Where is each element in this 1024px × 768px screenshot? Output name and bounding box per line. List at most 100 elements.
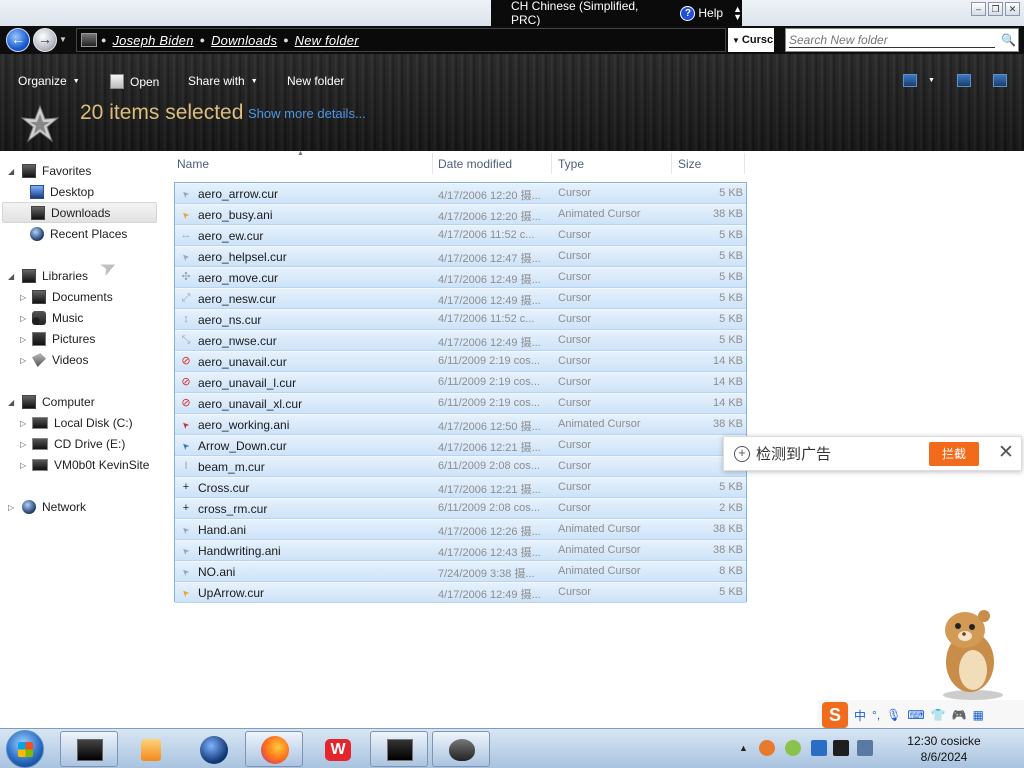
- expand-arrow-icon[interactable]: ◢: [8, 167, 14, 176]
- file-row[interactable]: + cross_rm.cur 6/11/2009 2:08 cos... Cursor…: [175, 498, 746, 519]
- tray-update-icon[interactable]: [785, 740, 801, 756]
- back-button[interactable]: ←: [6, 28, 30, 52]
- file-row[interactable]: ➤ aero_busy.ani 4/17/2006 12:20 摄... Animat…: [175, 204, 746, 225]
- nav-videos[interactable]: ▷ Videos: [20, 350, 88, 370]
- block-ad-button[interactable]: 拦截: [929, 442, 979, 466]
- nav-recent-places[interactable]: Recent Places: [30, 224, 127, 244]
- column-header-date[interactable]: Date modified: [438, 157, 512, 171]
- close-icon[interactable]: ✕: [998, 443, 1014, 463]
- tray-monitor-icon[interactable]: [833, 740, 849, 756]
- minimize-button[interactable]: –: [971, 2, 986, 16]
- nav-cd-drive[interactable]: ▷ CD Drive (E:): [20, 434, 125, 454]
- column-header-size[interactable]: Size: [678, 157, 701, 171]
- file-row[interactable]: ➤ aero_arrow.cur 4/17/2006 12:20 摄... Curso…: [175, 183, 746, 204]
- file-row[interactable]: + Cross.cur 4/17/2006 12:21 摄... Cursor 5 KB: [175, 477, 746, 498]
- column-divider[interactable]: [551, 153, 552, 174]
- taskbar-firefox-button[interactable]: [245, 731, 303, 767]
- taskbar-screen-button[interactable]: [370, 731, 428, 767]
- forward-button[interactable]: →: [33, 28, 57, 52]
- nav-downloads[interactable]: Downloads: [2, 202, 157, 223]
- file-row[interactable]: ✣ aero_move.cur 4/17/2006 12:49 摄... Cursor…: [175, 267, 746, 288]
- file-row[interactable]: ⊘ aero_unavail.cur 6/11/2009 2:19 cos... Cu…: [175, 351, 746, 372]
- nav-network[interactable]: ▷ Network: [8, 497, 86, 517]
- file-row[interactable]: Ibeam_m.cur 6/11/2009 2:08 cos... Cursor: [175, 456, 746, 477]
- search-icon[interactable]: 🔍: [1001, 33, 1016, 47]
- system-clock[interactable]: 12:30 cosicke 8/6/2024: [884, 733, 1004, 765]
- change-view-icon[interactable]: [903, 74, 917, 87]
- recent-pages-icon[interactable]: ▼: [59, 35, 67, 44]
- gamepad-icon[interactable]: 🎮: [952, 708, 967, 722]
- expand-arrow-icon[interactable]: ▷: [8, 503, 14, 512]
- breadcrumb-separator-icon[interactable]: ●: [101, 35, 106, 45]
- skin-icon[interactable]: 👕: [931, 708, 946, 722]
- file-row[interactable]: ➤ UpArrow.cur 4/17/2006 12:49 摄... Cursor 5 …: [175, 582, 746, 603]
- nav-favorites[interactable]: ◢ Favorites: [8, 161, 91, 181]
- breadcrumb-separator-icon[interactable]: ●: [200, 35, 205, 45]
- chevron-down-icon[interactable]: ▼: [928, 77, 935, 84]
- file-row[interactable]: ➤ Hand.ani 4/17/2006 12:26 摄... Animated Cu…: [175, 519, 746, 540]
- nav-documents[interactable]: ▷ Documents: [20, 287, 113, 307]
- taskbar-ie-button[interactable]: [184, 731, 242, 767]
- language-bar-options-icon[interactable]: ▲ ▼: [733, 5, 742, 22]
- search-box[interactable]: 🔍: [785, 28, 1019, 52]
- column-header-name[interactable]: Name: [177, 157, 209, 171]
- file-row[interactable]: ➤ aero_helpsel.cur 4/17/2006 12:47 摄... Cur…: [175, 246, 746, 267]
- file-row[interactable]: ➤ Arrow_Down.cur 4/17/2006 12:21 摄... Curso…: [175, 435, 746, 456]
- breadcrumb-item-downloads[interactable]: Downloads: [211, 33, 277, 48]
- language-indicator[interactable]: CH Chinese (Simplified, PRC): [511, 0, 668, 27]
- file-row[interactable]: ➤ NO.ani 7/24/2009 3:38 摄... Animated Curso…: [175, 561, 746, 582]
- help-button[interactable]: ? Help: [680, 5, 723, 21]
- taskbar-mouse-button[interactable]: [432, 731, 490, 767]
- ime-mode-toggle[interactable]: 中: [854, 707, 866, 724]
- nav-local-disk[interactable]: ▷ Local Disk (C:): [20, 413, 133, 433]
- ime-punctuation-toggle[interactable]: °,: [872, 708, 880, 722]
- breadcrumb-item-new-folder[interactable]: New folder: [295, 33, 359, 48]
- file-row[interactable]: ⤢ aero_nesw.cur 4/17/2006 12:49 摄... Cursor…: [175, 288, 746, 309]
- nav-computer[interactable]: ◢ Computer: [8, 392, 95, 412]
- language-bar[interactable]: CH Chinese (Simplified, PRC) ? Help ▲ ▼: [491, 0, 742, 27]
- file-row[interactable]: ➤ aero_working.ani 4/17/2006 12:50 摄... Ani…: [175, 414, 746, 435]
- sogou-ime-icon[interactable]: S: [822, 702, 848, 728]
- tray-shield-icon[interactable]: [811, 740, 827, 756]
- volume-icon[interactable]: [857, 740, 873, 756]
- expand-arrow-icon[interactable]: ▷: [20, 419, 26, 428]
- taskbar-explorer-button[interactable]: [60, 731, 118, 767]
- expand-arrow-icon[interactable]: ▷: [20, 356, 26, 365]
- nav-pictures[interactable]: ▷ Pictures: [20, 329, 95, 349]
- expand-arrow-icon[interactable]: ◢: [8, 398, 14, 407]
- tray-app-icon[interactable]: [759, 740, 775, 756]
- file-row[interactable]: ➤ Handwriting.ani 4/17/2006 12:43 摄... Anim…: [175, 540, 746, 561]
- expand-arrow-icon[interactable]: ▷: [20, 440, 26, 449]
- share-with-button[interactable]: Share with ▼: [188, 74, 258, 88]
- file-row[interactable]: ↔ aero_ew.cur 4/17/2006 11:52 c... Cursor 5 …: [175, 225, 746, 246]
- file-list[interactable]: ➤ aero_arrow.cur 4/17/2006 12:20 摄... Curso…: [174, 182, 747, 603]
- preview-pane-icon[interactable]: [957, 74, 971, 87]
- show-more-details-link[interactable]: Show more details...: [248, 106, 366, 121]
- breadcrumb-item-user[interactable]: Joseph Biden: [112, 33, 193, 48]
- nav-libraries[interactable]: ◢ Libraries: [8, 266, 88, 286]
- nav-music[interactable]: ▷ Music: [20, 308, 83, 328]
- file-row[interactable]: ⤡ aero_nwse.cur 4/17/2006 12:49 摄... Cursor…: [175, 330, 746, 351]
- column-divider[interactable]: [744, 153, 745, 174]
- search-input[interactable]: [789, 32, 995, 48]
- keyboard-icon[interactable]: ⌨: [907, 708, 924, 722]
- taskbar-media-player-button[interactable]: [121, 731, 179, 767]
- file-row[interactable]: ⊘ aero_unavail_l.cur 6/11/2009 2:19 cos...…: [175, 372, 746, 393]
- column-divider[interactable]: [432, 153, 433, 174]
- expand-arrow-icon[interactable]: ▷: [20, 461, 26, 470]
- new-folder-button[interactable]: New folder: [287, 74, 344, 88]
- expand-arrow-icon[interactable]: ▷: [20, 293, 26, 302]
- hamster-mascot-icon[interactable]: [918, 600, 1018, 700]
- show-hidden-icons-button[interactable]: ▲: [739, 743, 748, 753]
- help-pane-icon[interactable]: [993, 74, 1007, 87]
- taskbar-wps-button[interactable]: W: [308, 731, 366, 767]
- close-button[interactable]: ✕: [1005, 2, 1020, 16]
- maximize-button[interactable]: ❐: [988, 2, 1003, 16]
- expand-arrow-icon[interactable]: ▷: [20, 335, 26, 344]
- file-row[interactable]: ↕ aero_ns.cur 4/17/2006 11:52 c... Cursor 5 …: [175, 309, 746, 330]
- file-row[interactable]: ⊘ aero_unavail_xl.cur 6/11/2009 2:19 cos..…: [175, 393, 746, 414]
- open-button[interactable]: Open: [110, 74, 159, 89]
- address-dropdown-button[interactable]: ▼ Cursc: [728, 28, 774, 52]
- start-button[interactable]: [6, 730, 44, 768]
- expand-arrow-icon[interactable]: ◢: [8, 272, 14, 281]
